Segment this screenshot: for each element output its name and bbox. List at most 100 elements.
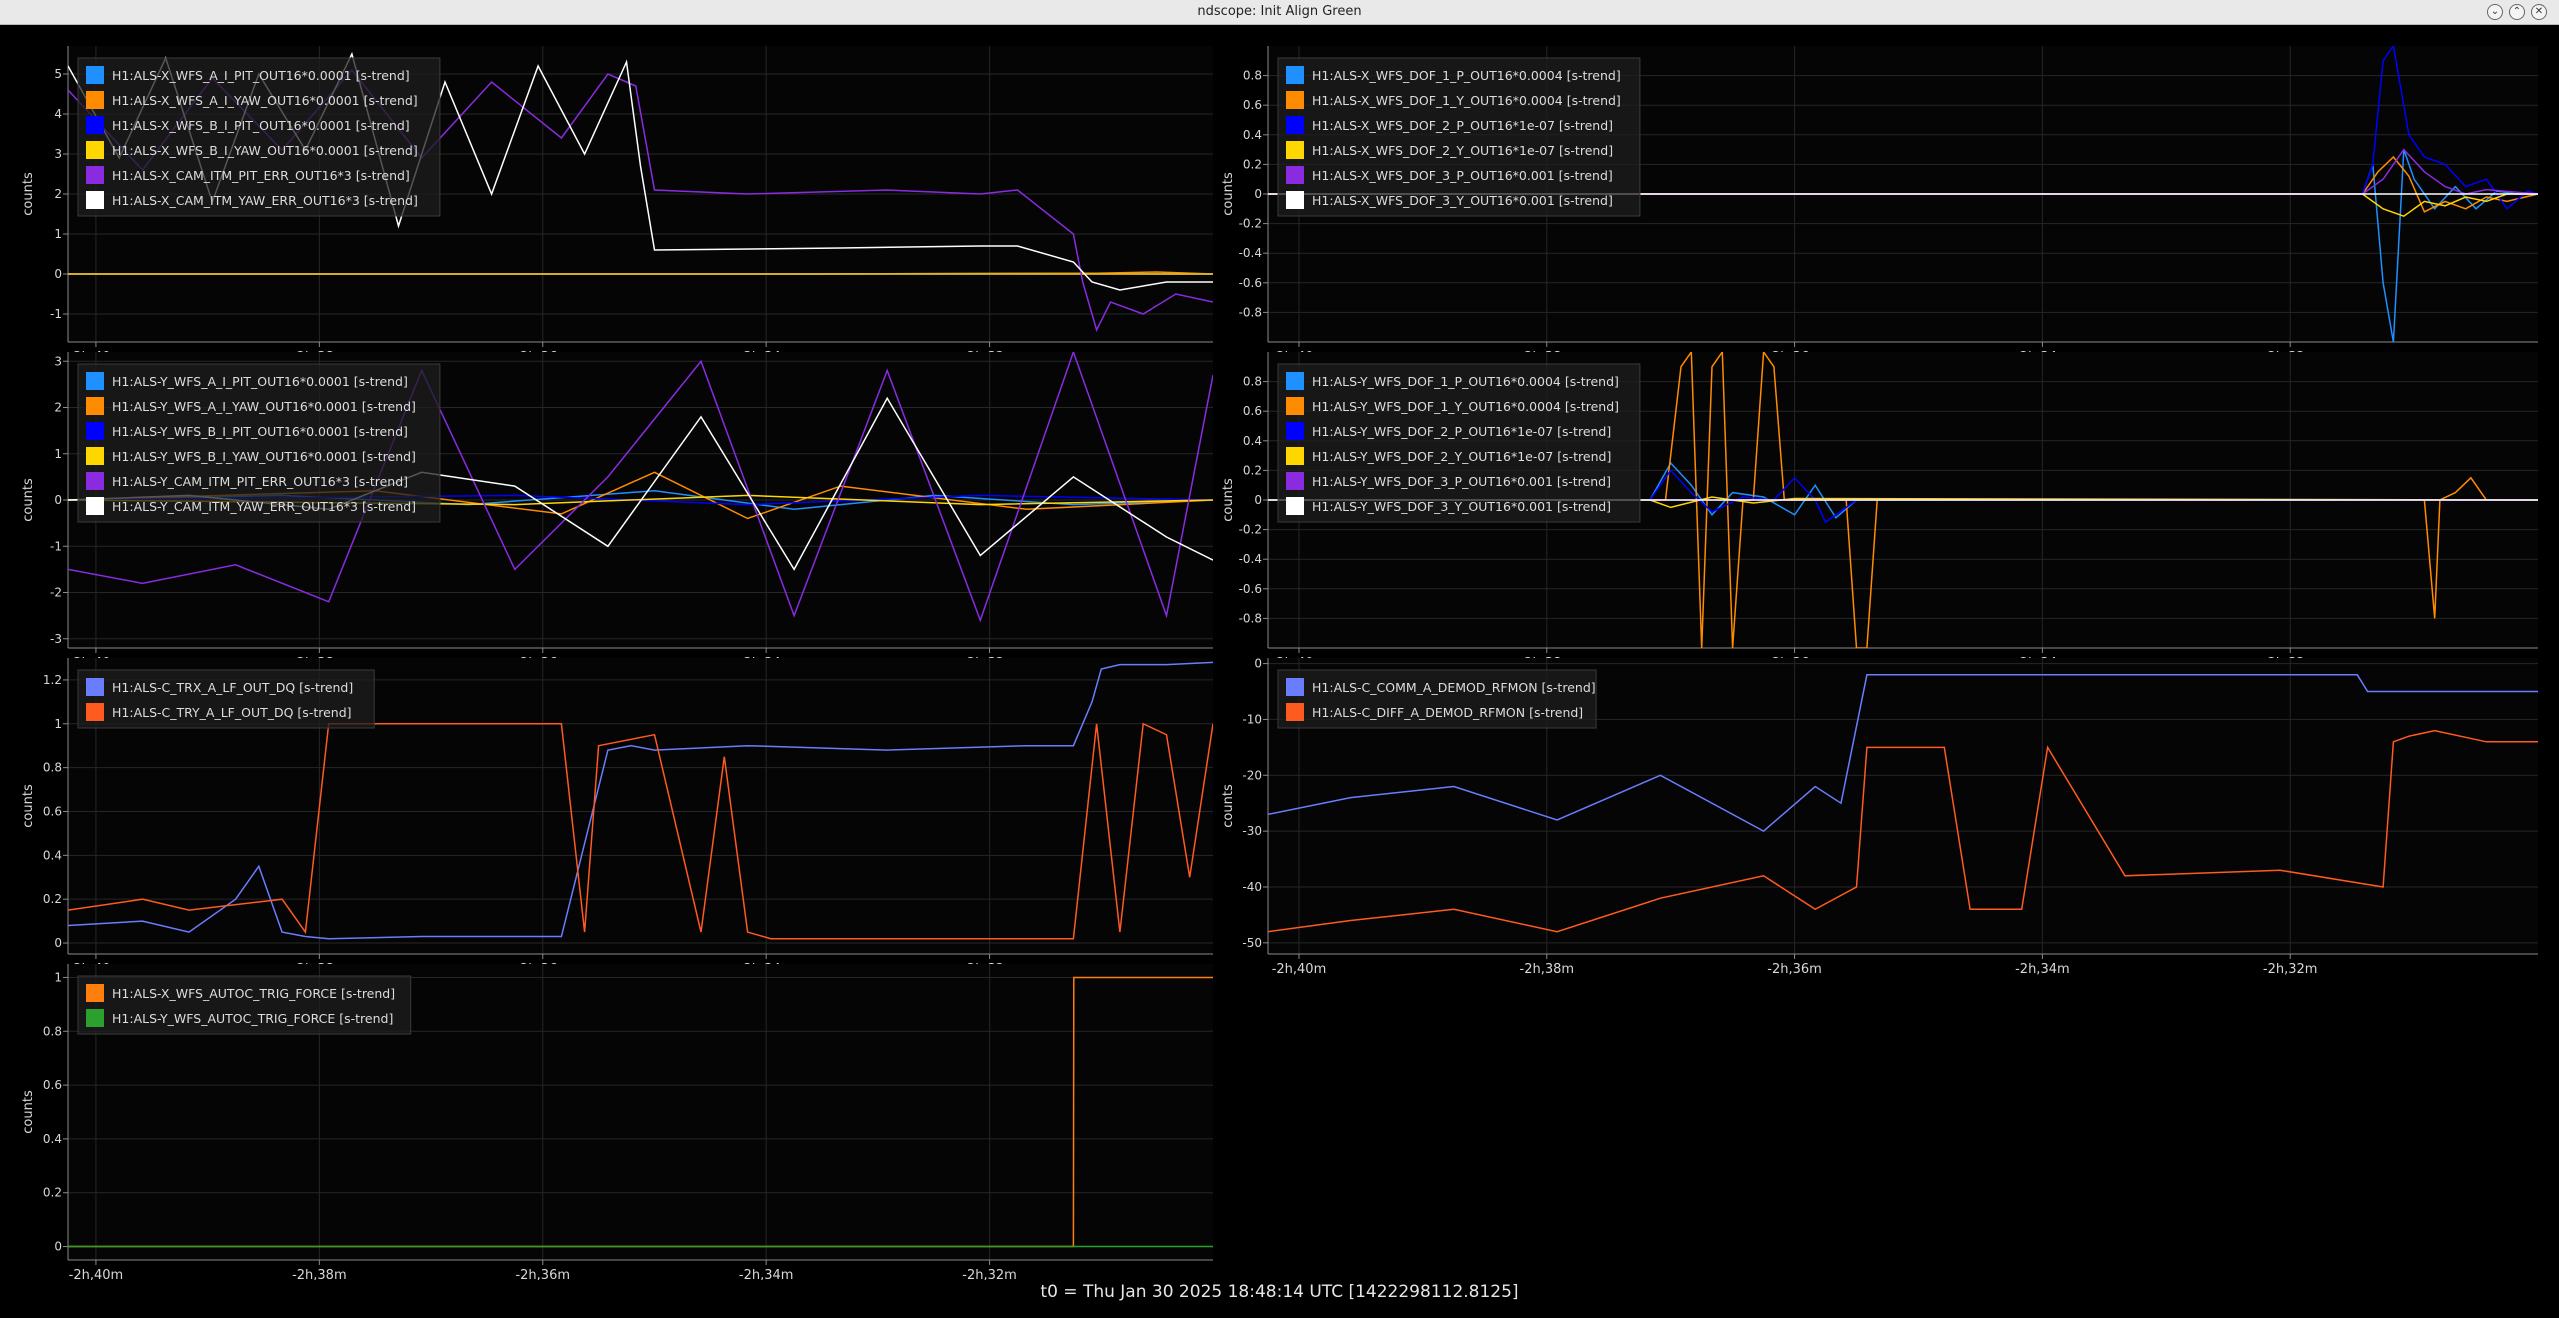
y-tick-label: 0.8 [43, 1024, 62, 1038]
x-tick-label: -2h,38m [1520, 962, 1575, 977]
legend-entry: H1:ALS-X_WFS_DOF_2_P_OUT16*1e-07 [s-tren… [1312, 118, 1613, 133]
y-tick-label: 0 [1254, 187, 1262, 201]
legend-entry: H1:ALS-X_WFS_A_I_PIT_OUT16*0.0001 [s-tre… [112, 68, 410, 83]
x-tick-label: -2h,36m [1767, 962, 1822, 977]
y-tick-label: -0.8 [1239, 305, 1262, 319]
legend-entry: H1:ALS-X_WFS_DOF_3_P_OUT16*0.001 [s-tren… [1312, 168, 1613, 183]
legend-entry: H1:ALS-Y_WFS_DOF_2_Y_OUT16*1e-07 [s-tren… [1312, 449, 1611, 464]
legend-swatch [86, 372, 104, 390]
legend-entry: H1:ALS-Y_CAM_ITM_PIT_ERR_OUT16*3 [s-tren… [112, 474, 408, 489]
y-tick-label: 0.2 [1243, 463, 1262, 477]
legend: H1:ALS-X_WFS_AUTOC_TRIG_FORCE [s-trend] H… [77, 975, 412, 1035]
legend-swatch [1286, 447, 1304, 465]
close-button[interactable]: ✕ [2531, 4, 2547, 20]
legend-swatch [86, 678, 104, 696]
legend: H1:ALS-X_WFS_DOF_1_P_OUT16*0.0004 [s-tre… [1277, 57, 1641, 217]
y-tick-label: 0.4 [1243, 434, 1262, 448]
minimize-button[interactable]: ⌄ [2487, 4, 2503, 20]
x-tick-label: -2h,32m [2263, 962, 2318, 977]
legend-swatch [1286, 166, 1304, 184]
y-axis-label: counts [1221, 172, 1236, 216]
y-tick-label: 1 [54, 227, 62, 241]
y-tick-label: 0.4 [43, 1132, 62, 1146]
y-tick-label: -2 [50, 586, 62, 600]
y-tick-label: -0.6 [1239, 582, 1262, 596]
y-tick-label: -1 [50, 539, 62, 553]
legend-entry: H1:ALS-Y_WFS_DOF_1_P_OUT16*0.0004 [s-tre… [1312, 374, 1619, 389]
window-titlebar: ndscope: Init Align Green ⌄ ⌃ ✕ [0, 0, 2559, 25]
legend-swatch [86, 984, 104, 1002]
y-tick-label: 4 [54, 107, 62, 121]
y-tick-label: 0 [54, 1240, 62, 1254]
legend: H1:ALS-X_WFS_A_I_PIT_OUT16*0.0001 [s-tre… [77, 57, 441, 217]
y-tick-label: -20 [1242, 768, 1262, 782]
plot-p3[interactable]: -2h,40m-2h,38m-2h,36m-2h,34m-2h,32m-3-2-… [21, 352, 1213, 671]
y-tick-label: 0.2 [43, 892, 62, 906]
y-tick-label: 2 [54, 187, 62, 201]
y-axis-label: counts [1221, 478, 1236, 522]
y-tick-label: -0.2 [1239, 523, 1262, 537]
legend-entry: H1:ALS-X_WFS_DOF_1_P_OUT16*0.0004 [s-tre… [1312, 68, 1621, 83]
window-title: ndscope: Init Align Green [1197, 4, 1362, 19]
y-tick-label: -10 [1242, 712, 1262, 726]
legend-swatch [86, 397, 104, 415]
y-tick-label: -30 [1242, 824, 1262, 838]
legend-entry: H1:ALS-X_WFS_B_I_PIT_OUT16*0.0001 [s-tre… [112, 118, 410, 133]
plot-p2[interactable]: -2h,40m-2h,38m-2h,36m-2h,34m-2h,32m-0.8-… [1221, 46, 2538, 365]
plot-grid: -2h,40m-2h,38m-2h,36m-2h,34m-2h,32m-1012… [21, 46, 2538, 1280]
legend-entry: H1:ALS-Y_WFS_DOF_3_P_OUT16*0.001 [s-tren… [1312, 474, 1611, 489]
legend-entry: H1:ALS-Y_WFS_DOF_3_Y_OUT16*0.001 [s-tren… [1312, 499, 1611, 514]
legend: H1:ALS-Y_WFS_A_I_PIT_OUT16*0.0001 [s-tre… [77, 363, 441, 523]
y-tick-label: 0.4 [43, 848, 62, 862]
x-tick-label: -2h,36m [515, 1268, 570, 1280]
y-tick-label: -0.2 [1239, 217, 1262, 231]
legend-entry: H1:ALS-X_WFS_DOF_1_Y_OUT16*0.0004 [s-tre… [1312, 93, 1621, 108]
plot-p6[interactable]: -2h,40m -2h,38m -2h,36m -2h,34m -2h,32m -50 -4… [1221, 657, 2538, 977]
legend-entry: H1:ALS-C_COMM_A_DEMOD_RFMON [s-trend] [1312, 680, 1596, 695]
y-tick-label: 0.8 [1243, 69, 1262, 83]
y-tick-label: 0 [1254, 493, 1262, 507]
y-tick-label: 2 [54, 401, 62, 415]
maximize-button[interactable]: ⌃ [2509, 4, 2525, 20]
legend-entry: H1:ALS-Y_CAM_ITM_YAW_ERR_OUT16*3 [s-tren… [112, 499, 416, 514]
legend-entry: H1:ALS-Y_WFS_A_I_YAW_OUT16*0.0001 [s-tre… [112, 399, 416, 414]
legend-swatch [86, 91, 104, 109]
legend-entry: H1:ALS-Y_WFS_DOF_1_Y_OUT16*0.0004 [s-tre… [1312, 399, 1619, 414]
legend-entry: H1:ALS-X_CAM_ITM_YAW_ERR_OUT16*3 [s-tren… [112, 193, 418, 208]
y-tick-label: 1 [54, 447, 62, 461]
legend-swatch [1286, 141, 1304, 159]
t0-label: t0 = Thu Jan 30 2025 18:48:14 UTC [14222… [1040, 1282, 1519, 1302]
legend-swatch [1286, 91, 1304, 109]
y-tick-label: 3 [54, 354, 62, 368]
legend-entry: H1:ALS-X_WFS_AUTOC_TRIG_FORCE [s-trend] [112, 986, 395, 1001]
plot-p1[interactable]: -2h,40m-2h,38m-2h,36m-2h,34m-2h,32m-1012… [21, 46, 1213, 365]
y-tick-label: 0.6 [1243, 98, 1262, 112]
plot-p5[interactable]: -2h,40m-2h,38m-2h,36m-2h,34m-2h,32m00.20… [21, 658, 1213, 977]
x-tick-label: -2h,32m [962, 1268, 1017, 1280]
legend-swatch [86, 447, 104, 465]
legend-swatch [86, 66, 104, 84]
plot-p4[interactable]: -2h,40m-2h,38m-2h,36m-2h,34m-2h,32m-0.8-… [1221, 352, 2538, 671]
y-tick-label: -0.4 [1239, 246, 1262, 260]
legend: H1:ALS-Y_WFS_DOF_1_P_OUT16*0.0004 [s-tre… [1277, 363, 1641, 523]
legend-swatch [1286, 703, 1304, 721]
legend-swatch [1286, 678, 1304, 696]
y-tick-label: -50 [1242, 936, 1262, 950]
x-tick-label: -2h,40m [1272, 962, 1327, 977]
legend: H1:ALS-C_COMM_A_DEMOD_RFMON [s-trend] H1:… [1277, 669, 1597, 729]
plot-p7[interactable]: -2h,40m -2h,38m -2h,36m -2h,34m -2h,32m 0 0.2 0… [21, 964, 1213, 1280]
legend-swatch [86, 497, 104, 515]
y-tick-label: 0 [54, 493, 62, 507]
y-tick-label: 5 [54, 67, 62, 81]
legend-swatch [1286, 497, 1304, 515]
y-tick-label: 0.6 [43, 804, 62, 818]
legend-swatch [1286, 372, 1304, 390]
y-tick-label: 0.8 [43, 761, 62, 775]
legend-swatch [1286, 66, 1304, 84]
legend-swatch [86, 166, 104, 184]
legend-swatch [86, 703, 104, 721]
y-tick-label: 0 [54, 936, 62, 950]
legend-entry: H1:ALS-X_WFS_B_I_YAW_OUT16*0.0001 [s-tre… [112, 143, 418, 158]
y-tick-label: 0 [54, 267, 62, 281]
y-tick-label: 3 [54, 147, 62, 161]
